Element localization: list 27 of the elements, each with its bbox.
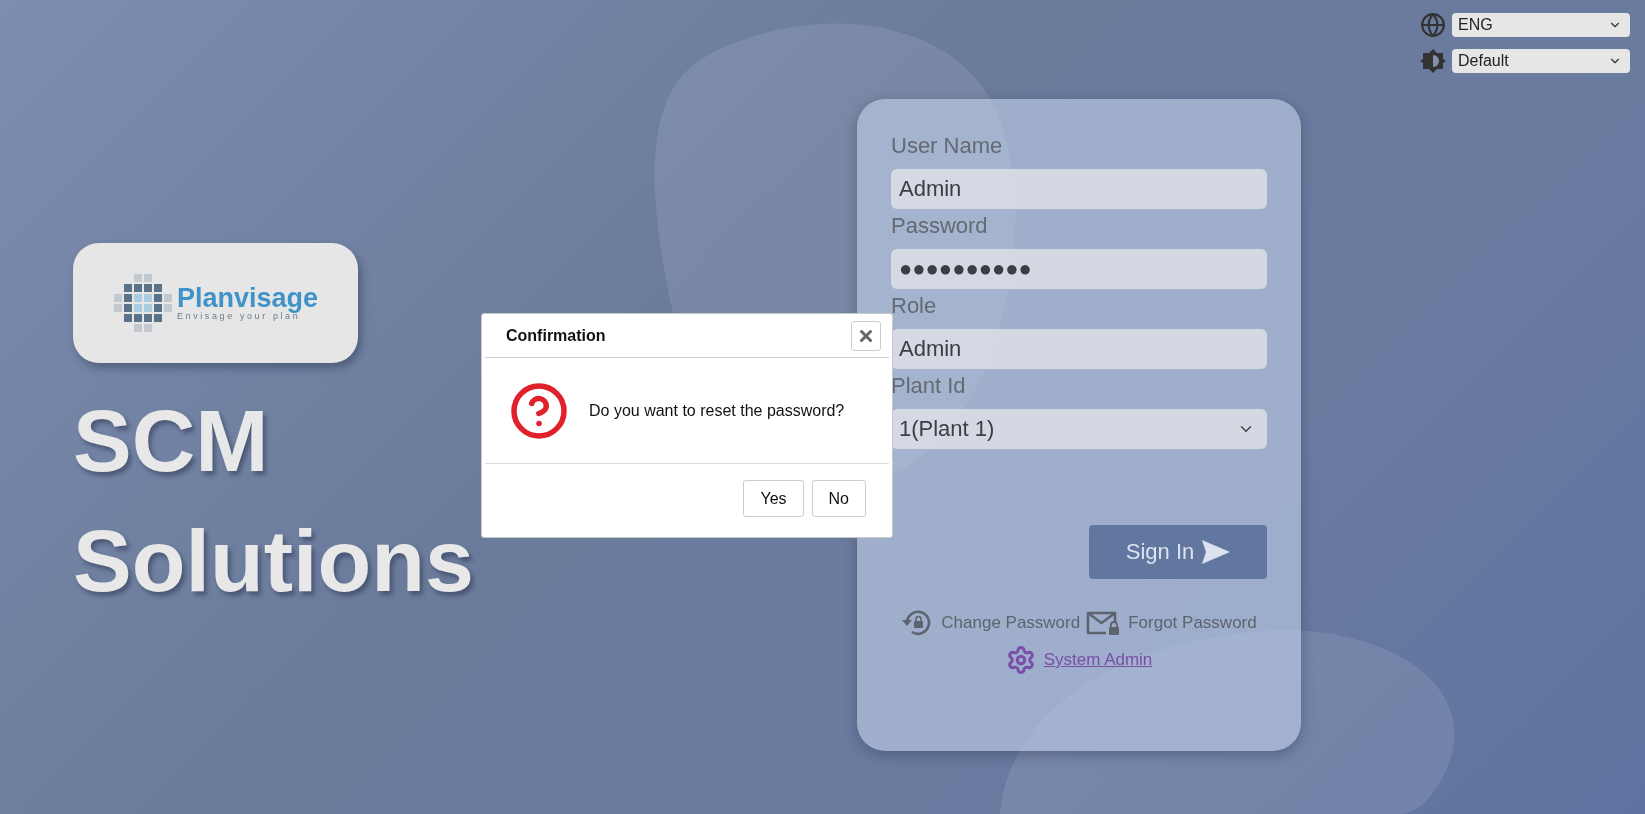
mail-lock-icon xyxy=(1086,610,1121,636)
field-label: Role xyxy=(891,293,937,319)
send-icon xyxy=(1202,540,1231,564)
dialog-button[interactable]: Yes xyxy=(743,480,804,517)
dialog-title: Confirmation xyxy=(506,326,606,345)
settings-icon xyxy=(1005,645,1036,675)
text-field[interactable]: Admin xyxy=(891,169,1267,209)
headline: Solutions xyxy=(73,511,474,610)
password-field[interactable]: ●●●●●●●●●● xyxy=(891,249,1267,289)
select-field[interactable]: 1(Plant 1) xyxy=(891,409,1267,449)
headline: SCM xyxy=(73,391,269,490)
logo-icon xyxy=(112,273,173,333)
language-select[interactable]: ENG xyxy=(1452,13,1630,37)
question-icon xyxy=(509,380,569,441)
text-field[interactable]: Admin xyxy=(891,329,1267,369)
dialog-message: Do you want to reset the password? xyxy=(589,401,845,420)
field-label: Password xyxy=(891,213,988,239)
globe-icon xyxy=(1420,12,1446,38)
close-button[interactable] xyxy=(851,320,881,351)
dialog-button[interactable]: No xyxy=(811,480,866,517)
logo-tagline: Envisage your plan xyxy=(176,311,301,321)
field-label: Plant Id xyxy=(891,373,966,399)
logo-name: Planvisage xyxy=(176,285,319,312)
field-label: User Name xyxy=(891,133,1003,159)
sign-in-button[interactable]: Sign In xyxy=(1089,525,1267,579)
theme-select[interactable]: Default xyxy=(1452,49,1630,73)
brightness-icon xyxy=(1420,48,1446,74)
